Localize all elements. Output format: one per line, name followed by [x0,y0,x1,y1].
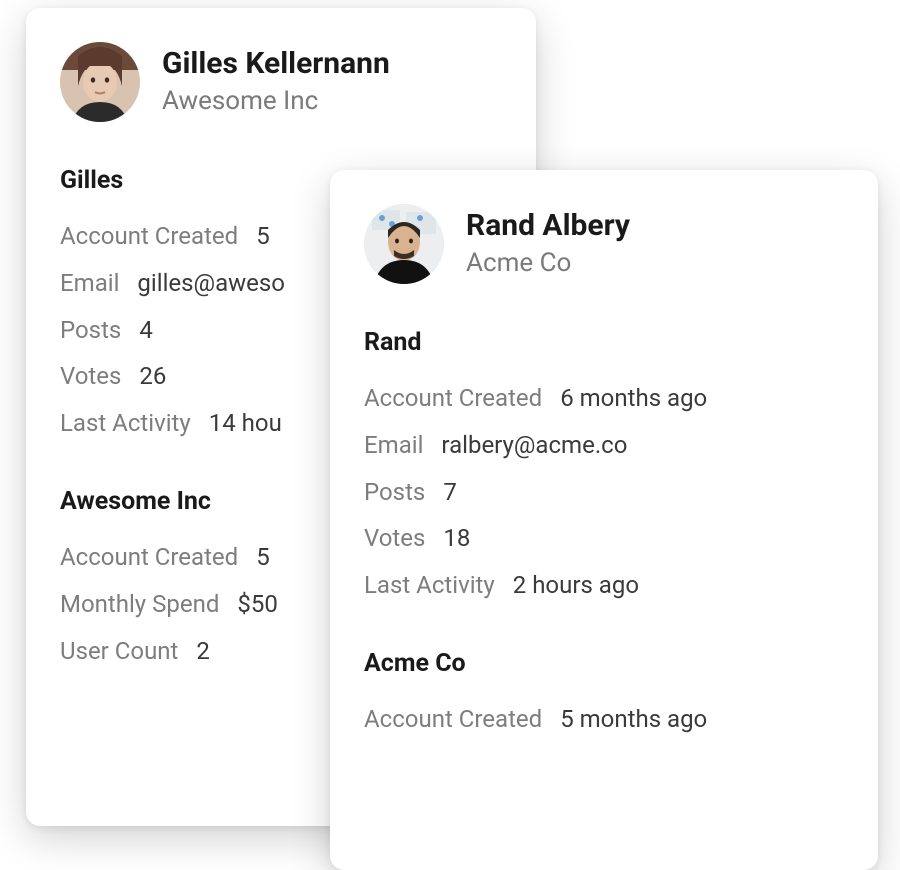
field-label: Posts [60,307,121,354]
user-profile-card: Rand Albery Acme Co Rand Account Created… [330,170,878,870]
field-value: 2 [196,628,210,675]
avatar [60,42,140,122]
field-label: Votes [60,353,121,400]
field-value: gilles@aweso [137,260,285,307]
field-label: User Count [60,628,178,675]
person-name: Rand Albery [466,208,630,244]
field-label: Last Activity [364,562,495,609]
field-value: 2 hours ago [513,562,639,609]
field-label: Account Created [364,375,542,422]
field-label: Posts [364,469,425,516]
field-votes: Votes 18 [364,515,844,562]
field-email: Email ralbery@acme.co [364,422,844,469]
avatar [364,204,444,284]
field-value: 7 [443,469,457,516]
field-posts: Posts 7 [364,469,844,516]
field-label: Email [60,260,119,307]
field-value: 18 [443,515,470,562]
field-label: Account Created [364,696,542,743]
field-value: 5 [256,213,270,260]
header-text: Rand Albery Acme Co [466,208,630,279]
avatar-icon [60,42,140,122]
field-label: Last Activity [60,400,191,447]
field-value: 26 [139,353,166,400]
company-section: Acme Co Account Created 5 months ago [364,649,844,743]
card-header: Rand Albery Acme Co [364,204,844,284]
field-label: Account Created [60,213,238,260]
card-header: Gilles Kellernann Awesome Inc [60,42,502,122]
field-label: Account Created [60,534,238,581]
field-value: 5 months ago [560,696,707,743]
field-label: Monthly Spend [60,581,219,628]
header-text: Gilles Kellernann Awesome Inc [162,46,390,117]
field-label: Email [364,422,423,469]
field-value: 6 months ago [560,375,707,422]
field-value: 5 [256,534,270,581]
field-account-created: Account Created 6 months ago [364,375,844,422]
field-value: ralbery@acme.co [441,422,627,469]
user-section: Rand Account Created 6 months ago Email … [364,328,844,609]
company-name: Awesome Inc [162,86,390,117]
field-account-created: Account Created 5 months ago [364,696,844,743]
section-title-company: Acme Co [364,649,844,678]
avatar-icon [364,204,444,284]
field-value: $50 [237,581,277,628]
field-last-activity: Last Activity 2 hours ago [364,562,844,609]
field-label: Votes [364,515,425,562]
company-name: Acme Co [466,248,630,279]
section-title-user: Rand [364,328,844,357]
field-value: 14 hou [209,400,282,447]
field-value: 4 [139,307,153,354]
person-name: Gilles Kellernann [162,46,390,82]
